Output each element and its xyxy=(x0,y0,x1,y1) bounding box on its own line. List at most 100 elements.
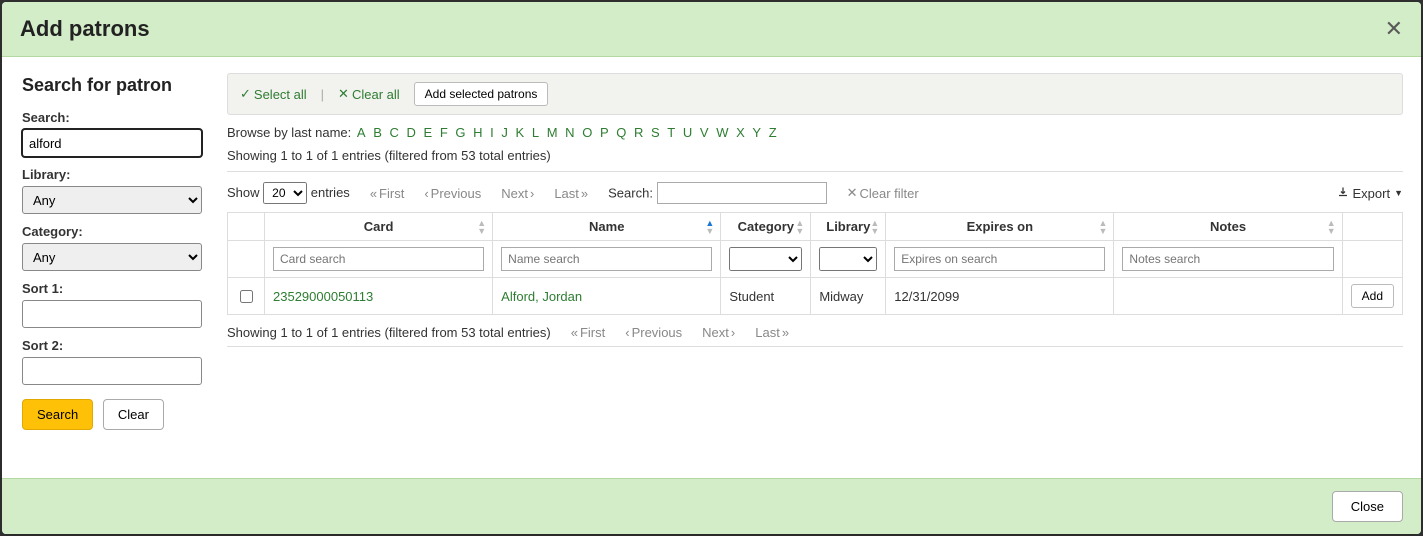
letter-link-u[interactable]: U xyxy=(683,125,692,140)
category-filter-cell xyxy=(721,241,811,278)
letter-link-t[interactable]: T xyxy=(667,125,675,140)
last-page-link[interactable]: Last » xyxy=(554,186,588,201)
expires-filter-input[interactable] xyxy=(894,247,1105,271)
first-label: First xyxy=(379,186,404,201)
sort2-input[interactable] xyxy=(22,357,202,385)
library-field-group: Library: Any xyxy=(22,167,207,214)
sort1-label: Sort 1: xyxy=(22,281,207,296)
letter-link-s[interactable]: S xyxy=(651,125,660,140)
letter-link-y[interactable]: Y xyxy=(752,125,761,140)
expires-cell: 12/31/2099 xyxy=(886,278,1114,315)
previous-label: Previous xyxy=(632,325,683,340)
previous-page-link-bottom[interactable]: ‹ Previous xyxy=(625,325,682,340)
letter-link-v[interactable]: V xyxy=(700,125,709,140)
x-icon: ✕ xyxy=(338,86,349,102)
sort-icon: ▲▼ xyxy=(1099,219,1108,235)
page-size-select[interactable]: 20 xyxy=(263,182,307,204)
sort1-input[interactable] xyxy=(22,300,202,328)
letter-link-d[interactable]: D xyxy=(407,125,416,140)
name-header[interactable]: Name ▲▼ xyxy=(493,213,721,241)
search-button[interactable]: Search xyxy=(22,399,93,430)
card-header[interactable]: Card ▲▼ xyxy=(265,213,493,241)
show-entries: Show 20 entries xyxy=(227,182,350,204)
sort-icon: ▲▼ xyxy=(870,219,879,235)
chevron-double-right-icon: » xyxy=(782,325,789,340)
category-header[interactable]: Category ▲▼ xyxy=(721,213,811,241)
x-icon: ✕ xyxy=(847,185,858,201)
letter-link-i[interactable]: I xyxy=(490,125,494,140)
modal-footer: Close xyxy=(2,478,1421,534)
previous-page-link[interactable]: ‹ Previous xyxy=(424,186,481,201)
library-filter-select[interactable] xyxy=(819,247,877,271)
name-filter-input[interactable] xyxy=(501,247,712,271)
letter-link-x[interactable]: X xyxy=(736,125,745,140)
clear-filter-link[interactable]: ✕ Clear filter xyxy=(847,185,919,201)
card-cell[interactable]: 23529000050113 xyxy=(265,278,493,315)
letter-link-b[interactable]: B xyxy=(373,125,382,140)
letter-link-c[interactable]: C xyxy=(390,125,399,140)
letter-link-h[interactable]: H xyxy=(473,125,482,140)
next-page-link-bottom[interactable]: Next › xyxy=(702,325,735,340)
letter-link-e[interactable]: E xyxy=(424,125,433,140)
clear-all-link[interactable]: ✕ Clear all xyxy=(338,86,400,102)
letter-link-a[interactable]: A xyxy=(357,125,366,140)
filter-add-cell xyxy=(1342,241,1402,278)
search-input[interactable] xyxy=(22,129,202,157)
letter-link-m[interactable]: M xyxy=(547,125,558,140)
chevron-left-icon: ‹ xyxy=(424,186,428,201)
table-row: 23529000050113Alford, JordanStudentMidwa… xyxy=(228,278,1403,315)
letter-link-w[interactable]: W xyxy=(716,125,728,140)
expires-header[interactable]: Expires on ▲▼ xyxy=(886,213,1114,241)
clear-filter-label: Clear filter xyxy=(859,186,918,201)
first-page-link[interactable]: « First xyxy=(370,186,405,201)
first-label: First xyxy=(580,325,605,340)
add-selected-button[interactable]: Add selected patrons xyxy=(414,82,549,106)
clear-button[interactable]: Clear xyxy=(103,399,164,430)
letter-link-l[interactable]: L xyxy=(532,125,539,140)
letter-link-n[interactable]: N xyxy=(565,125,574,140)
table-search: Search: xyxy=(608,182,826,204)
add-row-button[interactable]: Add xyxy=(1351,284,1394,308)
letter-link-j[interactable]: J xyxy=(501,125,508,140)
divider xyxy=(227,171,1403,172)
letter-link-k[interactable]: K xyxy=(516,125,525,140)
card-filter-input[interactable] xyxy=(273,247,484,271)
first-page-link-bottom[interactable]: « First xyxy=(571,325,606,340)
row-checkbox[interactable] xyxy=(240,290,253,303)
expires-header-label: Expires on xyxy=(967,219,1033,234)
letter-link-f[interactable]: F xyxy=(440,125,448,140)
library-header-label: Library xyxy=(826,219,870,234)
letter-link-r[interactable]: R xyxy=(634,125,643,140)
letter-link-g[interactable]: G xyxy=(455,125,465,140)
letter-link-q[interactable]: Q xyxy=(616,125,626,140)
table-search-input[interactable] xyxy=(657,182,827,204)
category-filter-select[interactable] xyxy=(729,247,802,271)
divider xyxy=(227,346,1403,347)
letter-link-o[interactable]: O xyxy=(582,125,592,140)
close-button[interactable]: Close xyxy=(1332,491,1403,522)
library-select[interactable]: Any xyxy=(22,186,202,214)
notes-filter-input[interactable] xyxy=(1122,247,1333,271)
library-header[interactable]: Library ▲▼ xyxy=(811,213,886,241)
expires-filter-cell xyxy=(886,241,1114,278)
search-sidebar: Search for patron Search: Library: Any C… xyxy=(2,57,227,478)
last-page-link-bottom[interactable]: Last » xyxy=(755,325,789,340)
entries-info-bottom: Showing 1 to 1 of 1 entries (filtered fr… xyxy=(227,325,551,340)
category-select[interactable]: Any xyxy=(22,243,202,271)
name-cell[interactable]: Alford, Jordan xyxy=(493,278,721,315)
export-button[interactable]: Export ▼ xyxy=(1337,186,1404,201)
select-all-link[interactable]: ✓ Select all xyxy=(240,86,307,102)
chevron-left-icon: ‹ xyxy=(625,325,629,340)
modal-body: Search for patron Search: Library: Any C… xyxy=(2,57,1421,478)
letter-link-p[interactable]: P xyxy=(600,125,609,140)
letter-link-z[interactable]: Z xyxy=(769,125,777,140)
notes-header[interactable]: Notes ▲▼ xyxy=(1114,213,1342,241)
table-bottom-controls: Showing 1 to 1 of 1 entries (filtered fr… xyxy=(227,325,1403,340)
close-icon[interactable]: ✕ xyxy=(1385,18,1403,40)
row-checkbox-cell xyxy=(228,278,265,315)
search-field-group: Search: xyxy=(22,110,207,157)
selection-toolbar: ✓ Select all | ✕ Clear all Add selected … xyxy=(227,73,1403,115)
modal-title: Add patrons xyxy=(20,16,150,42)
next-page-link[interactable]: Next › xyxy=(501,186,534,201)
dropdown-caret-icon: ▼ xyxy=(1394,188,1403,198)
